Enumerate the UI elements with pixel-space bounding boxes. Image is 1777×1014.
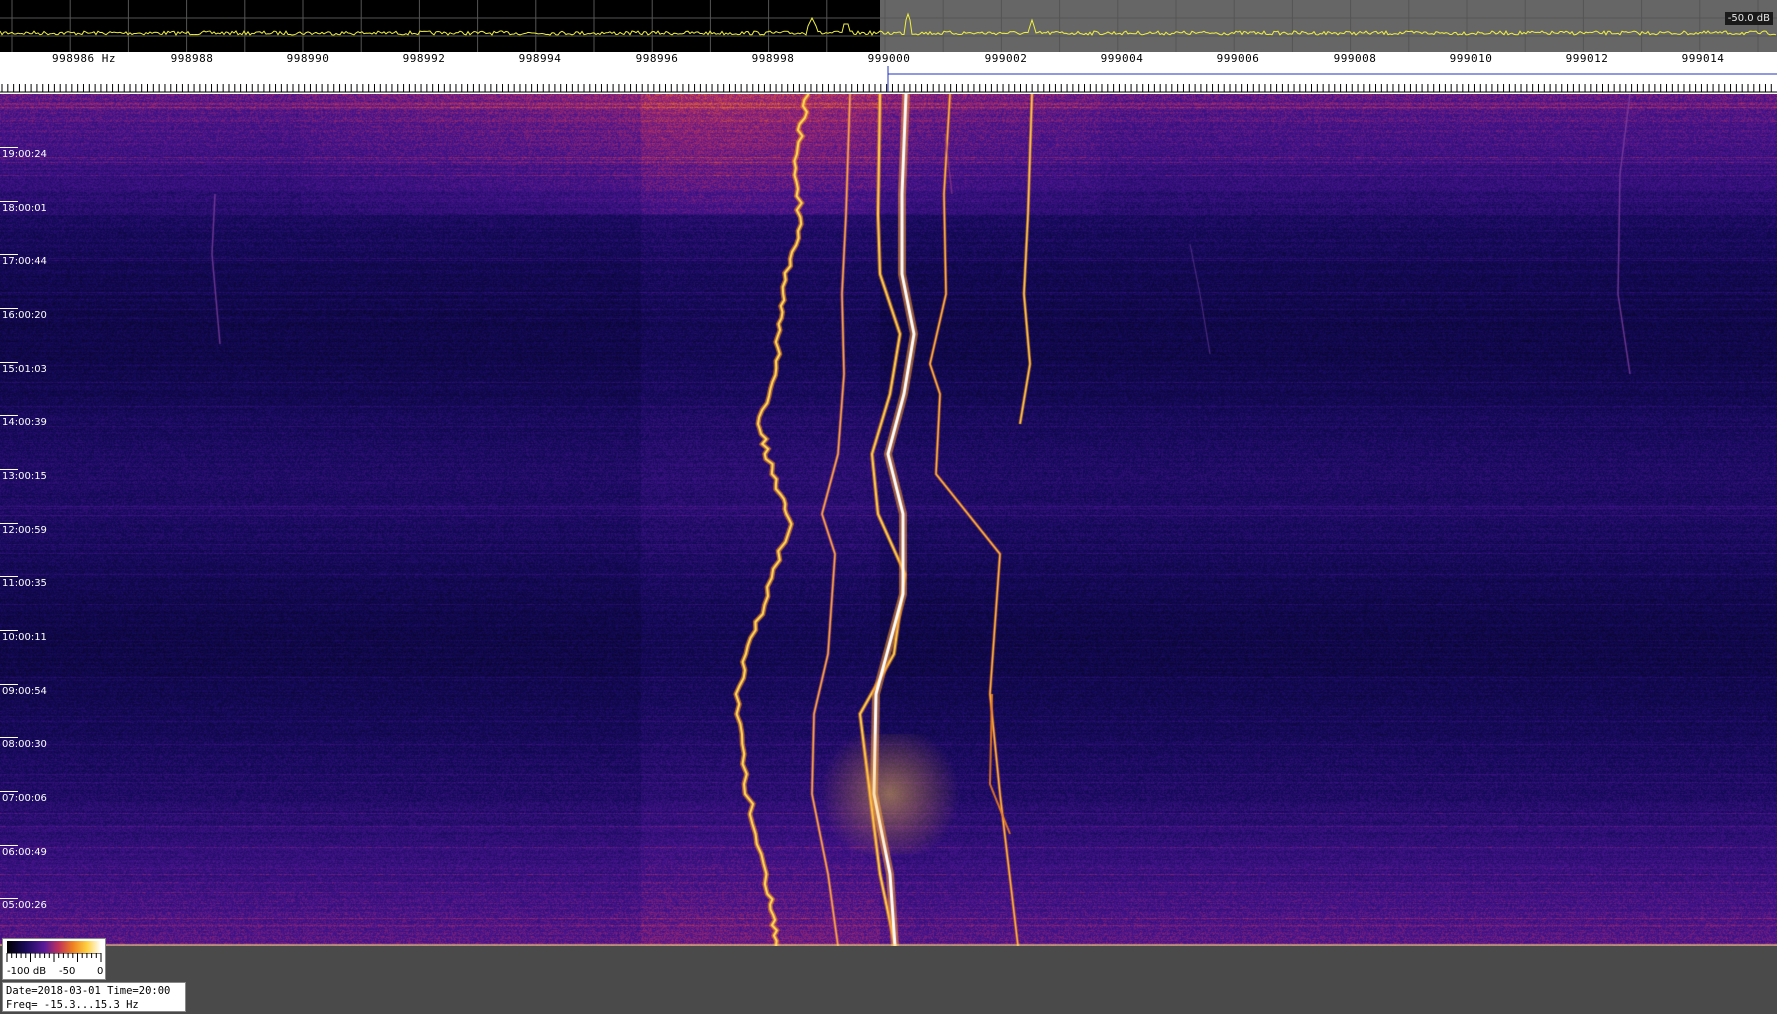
info-panel: Date=2018-03-01 Time=20:00 Freq= -15.3..… <box>2 982 186 1012</box>
frequency-axis: 998986 Hz 998988 998990 998992 998994 99… <box>0 52 1777 94</box>
frequency-tick-label: 999006 <box>1216 52 1260 65</box>
frequency-tick-label: 999000 <box>867 52 911 65</box>
frequency-tick-label: 999008 <box>1333 52 1377 65</box>
frequency-tick-label: 998992 <box>402 52 446 65</box>
colorbar-mid-label: -50 <box>59 966 76 977</box>
frequency-range-readout: Freq= -15.3...15.3 Hz <box>6 999 139 1011</box>
frequency-tick-label: 999002 <box>984 52 1028 65</box>
status-area <box>0 946 1777 1014</box>
frequency-tick-label: 998994 <box>518 52 562 65</box>
frequency-tick-label: 999004 <box>1100 52 1144 65</box>
db-reference-label: -50.0 dB <box>1724 12 1773 25</box>
color-scale-ticks <box>6 953 102 962</box>
frequency-tick-label: 998996 <box>635 52 679 65</box>
frequency-tick-label: 998988 <box>170 52 214 65</box>
colorbar-max-label: 0 <box>97 966 104 977</box>
waterfall-canvas <box>0 94 1777 946</box>
frequency-tick-label: 999012 <box>1565 52 1609 65</box>
spectrum-svg <box>0 0 1777 52</box>
frequency-tick-label: 999010 <box>1449 52 1493 65</box>
color-gradient <box>7 941 101 953</box>
frequency-tick-label: 998990 <box>286 52 330 65</box>
color-scale-legend: -100 dB -50 0 <box>2 938 106 980</box>
frequency-first-label: 998986 Hz <box>51 52 117 65</box>
spectrum-plot[interactable]: -50.0 dB <box>0 0 1777 52</box>
waterfall-display[interactable] <box>0 94 1777 946</box>
frequency-tick-label: 998998 <box>751 52 795 65</box>
colorbar-min-label: -100 dB <box>7 966 47 977</box>
date-time-readout: Date=2018-03-01 Time=20:00 <box>6 985 171 997</box>
frequency-tick-label: 999014 <box>1681 52 1725 65</box>
